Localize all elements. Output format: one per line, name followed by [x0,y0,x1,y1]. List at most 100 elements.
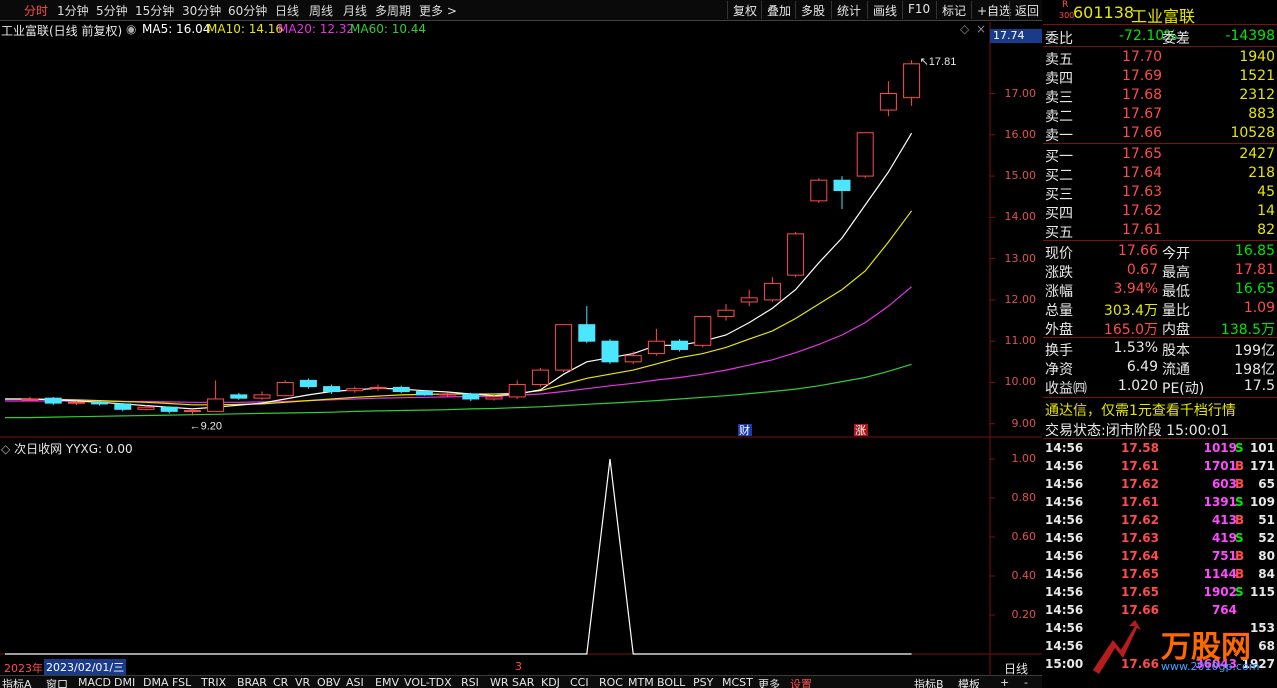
period-tab-9[interactable]: 多周期 [375,2,411,19]
order-volume: 14 [1257,203,1275,219]
order-book-row[interactable]: 卖二 17.67 883 [1043,105,1277,125]
indicator-tab-5[interactable]: FSL [172,676,191,688]
order-book-row[interactable]: 买一 17.65 2427 [1043,145,1277,165]
indicator-tab-19[interactable]: ROC [599,676,623,688]
sidebar-divider [1043,337,1277,338]
trade-count: 109 [1249,495,1275,509]
quote-stat-row: 外盘 165.0万 内盘 138.5万 [1043,318,1277,338]
trade-status-label: 交易状态: [1045,423,1106,439]
kline-chart[interactable]: ↖17.81 ←9.20 财 涨 [0,22,1042,675]
indicator-tab-18[interactable]: CCI [570,676,589,688]
period-tab-0[interactable]: 分时 [24,2,48,19]
toolbar-button-3[interactable]: 统计 [831,1,866,19]
indicator-tab-7[interactable]: BRAR [237,676,267,688]
chevron-down-icon[interactable]: ◇ [1,442,10,456]
order-volume: 1521 [1239,68,1275,84]
toolbar-button-2[interactable]: 多股 [795,1,830,19]
indicator-tab-3[interactable]: DMI [114,676,135,688]
stat-value: 138.5万 [1220,322,1275,338]
order-ratio-label: 委比 [1045,31,1073,47]
toolbar-button-5[interactable]: F10 [902,1,935,19]
indicator-tab-8[interactable]: CR [273,676,288,688]
low-price-label: ←9.20 [190,420,222,432]
candle [763,277,781,302]
fund-label: 收益㈣ [1045,381,1087,397]
order-book-row[interactable]: 卖五 17.70 1940 [1043,48,1277,68]
fund-label: 换手 [1045,343,1073,359]
fund-value: 1.53% [1113,340,1158,356]
indicator-tab-10[interactable]: OBV [317,676,340,688]
trade-time: 15:00 [1045,657,1084,671]
indicator-tab-12[interactable]: EMV [375,676,399,688]
promo-link[interactable]: 通达信，仅需1元查看千档行情 [1045,400,1236,420]
order-book-row[interactable]: 买二 17.64 218 [1043,164,1277,184]
indicator-tab-0[interactable]: 指标A [2,676,32,688]
trade-price: 17.65 [1121,567,1159,581]
indicator-tab-14[interactable]: RSI [461,676,479,688]
order-book-row[interactable]: 卖三 17.68 2312 [1043,86,1277,106]
ma20-line [5,286,912,403]
indicator-tab-2[interactable]: MACD [78,676,111,688]
order-price: 17.64 [1122,165,1163,181]
trade-side: B [1235,567,1245,581]
period-tab-2[interactable]: 5分钟 [96,2,128,19]
stat-label: 量比 [1162,303,1190,319]
trade-time: 14:56 [1045,441,1084,455]
order-volume: 45 [1257,184,1275,200]
indicator-tab-1[interactable]: 窗口 [46,676,68,688]
toolbar-button-4[interactable]: 画线 [867,1,902,19]
indicator-tab-20[interactable]: MTM [628,676,654,688]
bottom-right-tab-3[interactable]: - [1024,676,1028,688]
period-tab-10[interactable]: 更多 > [419,2,457,19]
indicator-tab-9[interactable]: VR [295,676,310,688]
order-book-row[interactable]: 买四 17.62 14 [1043,202,1277,222]
order-book-row[interactable]: 卖一 17.66 10528 [1043,124,1277,144]
indicator-tab-16[interactable]: SAR [512,676,534,688]
tick-trade-row: 14:56 17.66 764 [1043,602,1277,620]
fund-label: 股本 [1162,343,1190,359]
toolbar-button-1[interactable]: 叠加 [761,1,796,19]
indicator-tab-25[interactable]: 设置 [790,676,812,688]
order-diff-value: -14398 [1225,28,1275,44]
order-book-row[interactable]: 买五 17.61 82 [1043,221,1277,241]
indicator-tab-11[interactable]: ASI [346,676,364,688]
toolbar-button-6[interactable]: 标记 [936,1,971,19]
price-tick-label: 10.00 [1004,375,1037,389]
period-tab-7[interactable]: 周线 [309,2,333,19]
indicator-tab-13[interactable]: VOL-TDX [404,676,452,688]
indicator-tab-6[interactable]: TRIX [201,676,226,688]
toolbar-button-0[interactable]: 复权 [727,1,762,19]
period-tab-6[interactable]: 日线 [275,2,299,19]
trade-count: 171 [1249,459,1275,473]
bottom-right-tab-1[interactable]: 模板 [958,676,980,688]
tick-trade-row: 14:56 17.61 1391 S 109 [1043,494,1277,512]
bottom-right-tab-2[interactable]: + [1000,676,1009,688]
toolbar-button-8[interactable]: 返回 [1009,1,1044,19]
period-tab-1[interactable]: 1分钟 [57,2,89,19]
high-price-label: ↖17.81 [920,56,957,68]
indicator-tab-21[interactable]: BOLL [657,676,685,688]
indicator-tab-24[interactable]: 更多 [758,676,780,688]
trade-volume: 751 [1211,549,1237,563]
period-tab-5[interactable]: 60分钟 [228,2,267,19]
candle [369,384,387,391]
indicator-tab-15[interactable]: WR [490,676,509,688]
candle [810,178,828,203]
order-book-row[interactable]: 卖四 17.69 1521 [1043,67,1277,87]
trade-count: 52 [1258,531,1275,545]
indicator-tab-23[interactable]: MCST [722,676,753,688]
period-tab-3[interactable]: 15分钟 [135,2,174,19]
order-price: 17.69 [1122,68,1163,84]
bottom-right-tab-0[interactable]: 指标B [914,676,944,688]
order-book-row[interactable]: 买三 17.63 45 [1043,183,1277,203]
trade-side: B [1235,513,1245,527]
stat-label: 最低 [1162,284,1190,300]
period-tab-4[interactable]: 30分钟 [182,2,221,19]
trade-time: 14:56 [1045,639,1084,653]
order-price: 17.68 [1122,87,1163,103]
candle [299,378,317,389]
indicator-tab-17[interactable]: KDJ [541,676,560,688]
indicator-tab-22[interactable]: PSY [693,676,713,688]
period-tab-8[interactable]: 月线 [343,2,367,19]
indicator-tab-4[interactable]: DMA [143,676,169,688]
